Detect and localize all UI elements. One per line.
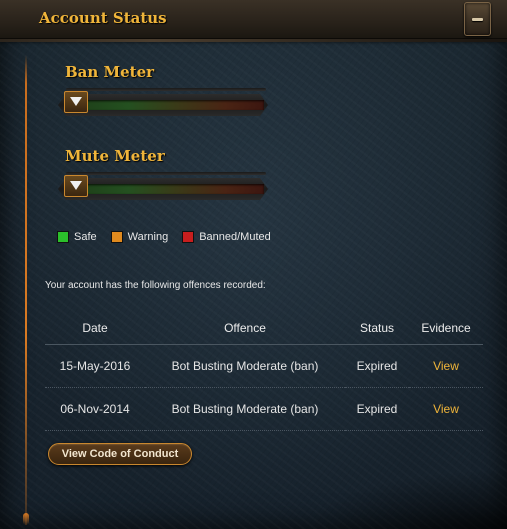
legend-item-banned-muted: Banned/Muted (182, 231, 271, 243)
offences-intro-text: Your account has the following offences … (45, 280, 266, 291)
panel-title: Account Status (39, 9, 167, 27)
offence-date: 15-May-2016 (45, 344, 145, 388)
ban-meter-indicator-icon (64, 91, 88, 113)
ban-meter-title: Ban Meter (65, 63, 155, 81)
offence-status: Expired (345, 344, 409, 388)
minus-icon (472, 18, 483, 21)
offence-name: Bot Busting Moderate (ban) (145, 344, 345, 388)
view-evidence-link[interactable]: View (433, 402, 459, 416)
legend-label: Banned/Muted (199, 231, 271, 243)
banned-swatch-icon (182, 231, 195, 243)
legend-item-safe: Safe (57, 231, 97, 243)
timeline-line (23, 55, 29, 525)
warning-swatch-icon (110, 231, 123, 243)
view-code-of-conduct-button[interactable]: View Code of Conduct (48, 443, 192, 465)
legend-label: Safe (74, 231, 97, 243)
meter-legend: Safe Warning Banned/Muted (57, 231, 271, 243)
table-row: 15-May-2016 Bot Busting Moderate (ban) E… (45, 344, 483, 388)
legend-item-warning: Warning (110, 231, 169, 243)
account-status-panel: Account Status Ban Meter Mute Meter Safe… (0, 0, 507, 529)
legend-label: Warning (127, 231, 169, 243)
mute-meter-indicator-icon (64, 175, 88, 197)
collapse-button[interactable] (464, 2, 491, 36)
view-evidence-link[interactable]: View (433, 359, 459, 373)
offence-date: 06-Nov-2014 (45, 387, 145, 431)
column-header-evidence: Evidence (409, 312, 483, 345)
table-row: 06-Nov-2014 Bot Busting Moderate (ban) E… (45, 387, 483, 431)
table-header-row: Date Offence Status Evidence (45, 312, 483, 345)
safe-swatch-icon (57, 231, 69, 243)
mute-meter-title: Mute Meter (65, 147, 165, 165)
ban-meter-gradient (70, 100, 264, 110)
title-bar: Account Status (0, 0, 507, 42)
mute-meter (58, 172, 268, 204)
ban-meter (58, 88, 268, 120)
column-header-offence: Offence (145, 312, 345, 345)
mute-meter-gradient (70, 184, 264, 194)
offence-status: Expired (345, 387, 409, 431)
column-header-date: Date (45, 312, 145, 345)
offences-table: Date Offence Status Evidence 15-May-2016… (45, 312, 483, 431)
column-header-status: Status (345, 312, 409, 345)
offence-name: Bot Busting Moderate (ban) (145, 387, 345, 431)
